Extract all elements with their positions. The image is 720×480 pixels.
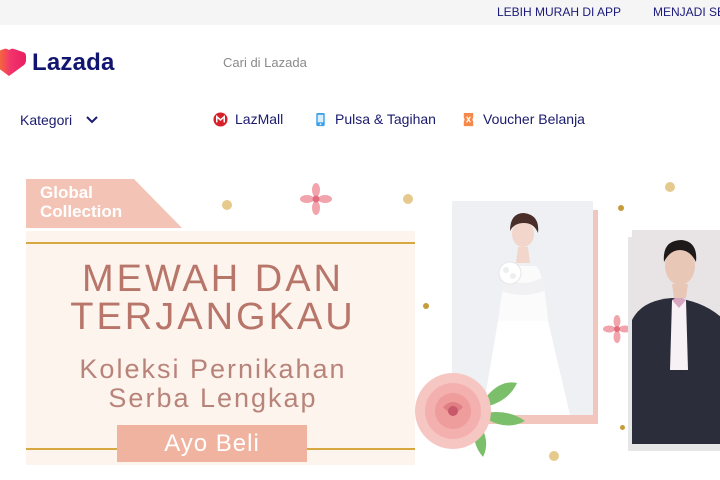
decor-dot xyxy=(403,194,413,204)
header: Lazada xyxy=(0,25,720,97)
category-dropdown[interactable]: Kategori xyxy=(20,112,98,128)
phone-icon xyxy=(316,112,325,126)
rose-icon xyxy=(415,373,525,457)
app-promo-link[interactable]: LEBIH MURAH DI APP xyxy=(497,5,621,19)
nav-link-label: Voucher Belanja xyxy=(483,111,585,127)
shop-now-button[interactable]: Ayo Beli xyxy=(117,425,307,462)
lazada-heart-icon xyxy=(0,48,26,76)
nav-link-label: LazMall xyxy=(235,111,284,127)
nav-bar: Kategori LazMall Pulsa & Tagihan Voucher… xyxy=(0,100,720,140)
decor-dot xyxy=(549,451,559,461)
decor-dot xyxy=(620,425,625,430)
become-seller-link[interactable]: MENJADI SE xyxy=(653,5,720,19)
decor-dot xyxy=(618,205,624,211)
category-label: Kategori xyxy=(20,112,73,128)
blossom-icon xyxy=(603,315,631,343)
chevron-down-icon xyxy=(86,116,98,124)
top-utility-bar: LEBIH MURAH DI APP MENJADI SE xyxy=(0,0,720,25)
global-collection-label: Global Collection xyxy=(40,183,123,221)
banner-subheadline: Koleksi Pernikahan Serba Lengkap xyxy=(79,354,347,413)
nav-link-label: Pulsa & Tagihan xyxy=(335,111,436,127)
groom-photo xyxy=(632,230,720,444)
decor-dot xyxy=(222,200,232,210)
nav-link-pulsa[interactable]: Pulsa & Tagihan xyxy=(313,111,436,127)
lazada-logo[interactable]: Lazada xyxy=(0,48,115,78)
hero-banner[interactable]: Global Collection MEWAH DAN TERJANGKAU K… xyxy=(0,165,720,480)
logo-wordmark: Lazada xyxy=(32,49,115,76)
nav-link-voucher[interactable]: Voucher Belanja xyxy=(461,111,585,127)
decor-dot xyxy=(665,182,675,192)
search-input[interactable] xyxy=(212,47,652,77)
nav-link-lazmall[interactable]: LazMall xyxy=(213,111,283,127)
decor-dot xyxy=(423,303,429,309)
lazmall-icon xyxy=(213,111,228,127)
blossom-icon xyxy=(300,183,332,215)
banner-headline: MEWAH DAN TERJANGKAU xyxy=(70,258,356,338)
divider xyxy=(26,242,415,244)
voucher-icon xyxy=(463,112,474,126)
